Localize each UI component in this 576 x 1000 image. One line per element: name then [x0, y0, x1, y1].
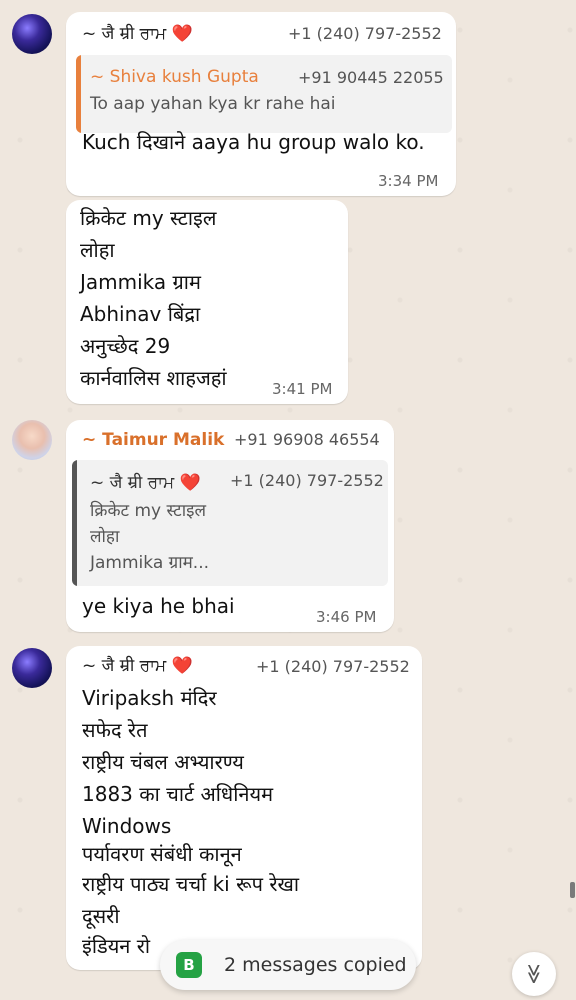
- message-line: क्रिकेट my स्टाइल: [80, 206, 217, 230]
- message-line: राष्ट्रीय पाठ्य चर्चा ki रूप रेखा: [82, 872, 300, 896]
- message-text: ye kiya he bhai: [82, 594, 235, 618]
- avatar[interactable]: [12, 420, 52, 460]
- quote-sender: ~ जै म्री ਰਾਮ ❤️: [90, 470, 201, 493]
- sender-name-text: ~ Taimur Malik: [82, 430, 225, 450]
- avatar[interactable]: [12, 14, 52, 54]
- quote-line: लोहा: [90, 527, 120, 547]
- heart-icon: ❤️: [179, 473, 201, 493]
- sender-phone: +1 (240) 797-2552: [256, 657, 410, 676]
- quote-sender: ~ Shiva kush Gupta: [90, 67, 259, 87]
- scrollbar-handle[interactable]: [570, 882, 575, 898]
- message-line: लोहा: [80, 238, 115, 262]
- quote-line: Jammika ग्राम...: [90, 553, 210, 573]
- quote-phone: +1 (240) 797-2552: [230, 471, 384, 490]
- message-time: 3:46 PM: [316, 608, 377, 626]
- heart-icon: ❤️: [171, 24, 193, 44]
- message-line: इंडियन रो: [82, 934, 151, 958]
- message-line: राष्ट्रीय चंबल अभ्यारण्य: [82, 750, 244, 774]
- scroll-to-bottom-button[interactable]: ≫: [512, 952, 556, 996]
- message-line: Viripaksh मंदिर: [82, 686, 217, 710]
- message-line: दूसरी: [82, 904, 120, 928]
- message-time: 3:41 PM: [272, 380, 333, 398]
- sender-name[interactable]: ~ जै म्री ਰਾਮ ❤️: [82, 656, 193, 676]
- message-bubble[interactable]: ~ जै म्री ਰਾਮ ❤️ +1 (240) 797-2552 Virip…: [66, 646, 422, 970]
- sender-name-text: ~ जै म्री ਰਾਮ: [82, 24, 167, 44]
- sender-name[interactable]: ~ Taimur Malik: [82, 430, 224, 450]
- quote-sender-text: ~ जै म्री ਰਾਮ: [90, 473, 175, 493]
- quote-text: To aap yahan kya kr rahe hai: [90, 94, 336, 114]
- message-line: कार्नवालिस शाहजहां: [80, 366, 227, 390]
- sender-name[interactable]: ~ जै म्री ਰਾਮ ❤️: [82, 24, 193, 44]
- quote-bar: [72, 460, 77, 586]
- quoted-message[interactable]: ~ जै म्री ਰਾਮ ❤️ +1 (240) 797-2552 क्रिक…: [72, 460, 388, 586]
- business-app-icon: B: [176, 952, 202, 978]
- quote-phone: +91 90445 22055: [298, 68, 444, 87]
- quote-bar: [76, 55, 81, 133]
- quoted-message[interactable]: ~ Shiva kush Gupta +91 90445 22055 To aa…: [76, 55, 452, 133]
- message-bubble[interactable]: क्रिकेट my स्टाइल लोहा Jammika ग्राम Abh…: [66, 200, 348, 404]
- sender-phone: +91 96908 46554: [234, 430, 380, 449]
- sender-name-text: ~ जै म्री ਰਾਮ: [82, 656, 167, 676]
- double-chevron-down-icon: ≫: [522, 963, 546, 985]
- message-line: अनुच्छेद 29: [80, 334, 171, 358]
- sender-phone: +1 (240) 797-2552: [288, 24, 442, 43]
- message-line: सफेद रेत: [82, 718, 148, 742]
- copied-toast: B 2 messages copied: [160, 940, 416, 990]
- heart-icon: ❤️: [171, 656, 193, 676]
- message-text: Kuch दिखाने aaya hu group walo ko.: [82, 130, 425, 154]
- message-bubble[interactable]: ~ जै म्री ਰਾਮ ❤️ +1 (240) 797-2552 ~ Shi…: [66, 12, 456, 196]
- message-line: Jammika ग्राम: [80, 270, 201, 294]
- message-line: पर्यावरण संबंधी कानून: [82, 842, 242, 866]
- avatar[interactable]: [12, 648, 52, 688]
- message-time: 3:34 PM: [378, 172, 439, 190]
- toast-text: 2 messages copied: [224, 954, 407, 976]
- message-line: Abhinav बिंद्रा: [80, 302, 201, 326]
- message-line: 1883 का चार्ट अधिनियम: [82, 782, 274, 806]
- quote-line: क्रिकेट my स्टाइल: [90, 501, 206, 521]
- message-bubble[interactable]: ~ Taimur Malik +91 96908 46554 ~ जै म्री…: [66, 420, 394, 632]
